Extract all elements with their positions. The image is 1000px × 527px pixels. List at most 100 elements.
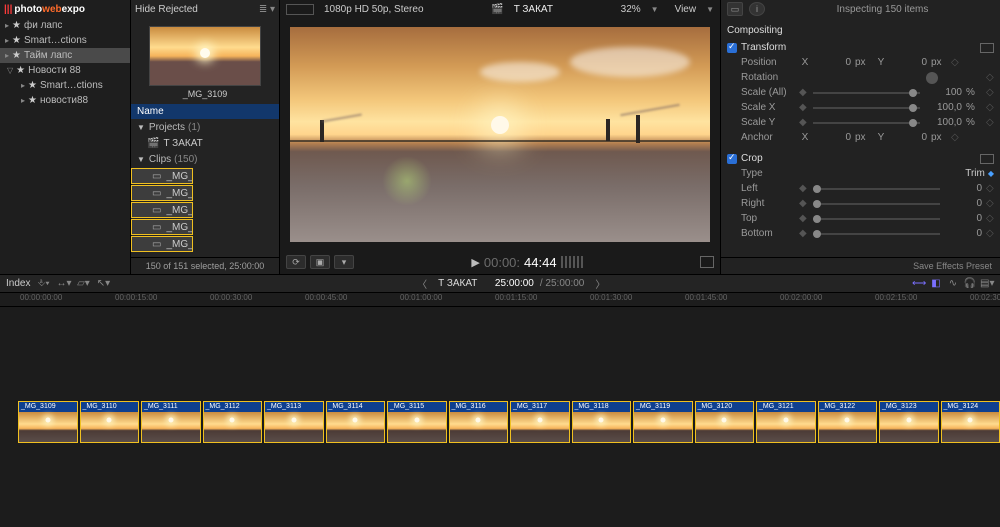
keyframe-icon[interactable]: ◇ <box>986 72 994 83</box>
audio-skim-button[interactable]: ∿ <box>946 278 960 289</box>
solo-button[interactable]: 🎧 <box>963 278 977 289</box>
sidebar-item[interactable]: ▸★Smart…ctions <box>0 78 130 93</box>
browser-clip-row[interactable]: ▭_MG_3111 <box>131 202 193 218</box>
timeline-clip[interactable]: _MG_3121 <box>756 401 816 443</box>
keyframe-icon[interactable]: ◆ <box>799 102 807 113</box>
inspector-param-row[interactable]: AnchorX0pxY0px◇ <box>727 130 994 145</box>
inspector-info-tab[interactable]: i <box>749 2 765 16</box>
inspector-param-row[interactable]: Bottom◆0◇ <box>727 226 994 241</box>
param-slider[interactable] <box>813 107 920 109</box>
param-y-value[interactable]: 0 <box>891 57 927 68</box>
filter-icon[interactable]: ≣ ▾ <box>259 4 275 15</box>
chevron-updown-icon[interactable]: ◆ <box>988 169 994 178</box>
inspector-video-tab[interactable]: ▭ <box>727 2 743 16</box>
timeline-clip[interactable]: _MG_3114 <box>326 401 386 443</box>
loop-button[interactable]: ⟳ <box>286 255 306 269</box>
keyframe-icon[interactable]: ◆ <box>799 183 807 194</box>
inspector-param-row[interactable]: Top◆0◇ <box>727 211 994 226</box>
inspector-param-row[interactable]: Scale X◆100,0%◇ <box>727 100 994 115</box>
timeline-fwd-button[interactable]: 〉 <box>590 276 610 291</box>
inspector-param-row[interactable]: Scale (All)◆100%◇ <box>727 85 994 100</box>
param-x-value[interactable]: 0 <box>815 57 851 68</box>
timeline-area[interactable]: _MG_3109_MG_3110_MG_3111_MG_3112_MG_3113… <box>0 307 1000 527</box>
param-value[interactable]: 0 <box>946 228 982 239</box>
viewer-view-menu[interactable]: View <box>675 4 697 15</box>
timeline-clip[interactable]: _MG_3109 <box>18 401 78 443</box>
browser-clip-row[interactable]: ▭_MG_3112 <box>131 219 193 235</box>
param-slider[interactable] <box>813 218 940 220</box>
timeline-clip[interactable]: _MG_3119 <box>633 401 693 443</box>
timeline-clip[interactable]: _MG_3112 <box>203 401 263 443</box>
snap-button[interactable]: ⟷ <box>912 278 926 289</box>
timeline-clip[interactable]: _MG_3122 <box>818 401 878 443</box>
inspector-param-row[interactable]: Left◆0◇ <box>727 181 994 196</box>
sidebar-item[interactable]: ▸★Тайм лапс <box>0 48 130 63</box>
param-value[interactable]: 100 <box>926 87 962 98</box>
param-value[interactable]: 100,0 <box>926 102 962 113</box>
browser-clip-row[interactable]: ▭_MG_3113 <box>131 236 193 252</box>
disclosure-triangle-icon[interactable]: ▼ <box>137 123 145 132</box>
crop-type-value[interactable]: Trim <box>965 168 985 179</box>
tool-arrow-icon[interactable]: ↖▾ <box>96 278 110 289</box>
crop-row[interactable]: Crop <box>727 151 994 166</box>
inspector-param-row[interactable]: PositionX0pxY0px◇ <box>727 55 994 70</box>
checkbox-on-icon[interactable] <box>727 154 737 164</box>
rotation-dial-icon[interactable] <box>926 72 938 84</box>
keyframe-icon[interactable]: ◇ <box>986 102 994 113</box>
timeline-settings-icon[interactable]: ▤▾ <box>980 278 994 289</box>
browser-column-header[interactable]: Name <box>131 104 279 119</box>
timeline-clip[interactable]: _MG_3118 <box>572 401 632 443</box>
sidebar-item[interactable]: ▸★Smart…ctions <box>0 33 130 48</box>
viewer-zoom[interactable]: 32% <box>621 4 641 15</box>
timeline-back-button[interactable]: 〈 <box>412 276 432 291</box>
param-slider[interactable] <box>813 92 920 94</box>
inspector-param-row[interactable]: Rotation◇ <box>727 70 994 85</box>
disclosure-triangle-icon[interactable]: ▽ <box>7 66 13 75</box>
param-value[interactable]: 0 <box>946 198 982 209</box>
param-value[interactable]: 0 <box>946 213 982 224</box>
timeline-clip[interactable]: _MG_3113 <box>264 401 324 443</box>
play-icon[interactable]: ▶ <box>471 256 479 269</box>
checkbox-on-icon[interactable] <box>727 43 737 53</box>
keyframe-icon[interactable]: ◆ <box>799 87 807 98</box>
param-y-value[interactable]: 0 <box>891 132 927 143</box>
tool-dropdown[interactable]: ▾ <box>334 255 354 269</box>
keyframe-icon[interactable]: ◇ <box>986 183 994 194</box>
fullscreen-button[interactable] <box>700 256 714 268</box>
timeline-clip[interactable]: _MG_3116 <box>449 401 509 443</box>
crop-reset-icon[interactable] <box>980 154 994 164</box>
aspect-icon[interactable] <box>286 4 314 15</box>
tool-select-icon[interactable]: ▱▾ <box>76 278 90 289</box>
viewer-canvas[interactable] <box>290 27 710 242</box>
keyframe-icon[interactable]: ◇ <box>986 213 994 224</box>
browser-thumb[interactable] <box>131 18 279 86</box>
viewer-timecode[interactable]: ▶ 00:00:44:44 <box>471 255 582 270</box>
save-effects-preset[interactable]: Save Effects Preset <box>721 257 1000 274</box>
keyframe-icon[interactable]: ◇ <box>951 132 959 143</box>
tool-button[interactable]: ▣ <box>310 255 330 269</box>
keyframe-icon[interactable]: ◇ <box>986 198 994 209</box>
library-tree[interactable]: ▸★фи лапс▸★Smart…ctions▸★Тайм лапс▽★Ново… <box>0 18 130 274</box>
timeline-clip[interactable]: _MG_3115 <box>387 401 447 443</box>
project-item[interactable]: 🎬 T ЗАКАТ <box>131 135 279 151</box>
tool-trim-icon[interactable]: ⎀▾ <box>36 278 50 289</box>
keyframe-icon[interactable]: ◇ <box>986 117 994 128</box>
param-slider[interactable] <box>813 122 920 124</box>
timeline-clip[interactable]: _MG_3123 <box>879 401 939 443</box>
inspector-param-row[interactable]: Scale Y◆100,0%◇ <box>727 115 994 130</box>
keyframe-icon[interactable]: ◆ <box>799 117 807 128</box>
keyframe-icon[interactable]: ◇ <box>951 57 959 68</box>
crop-type-row[interactable]: Type Trim◆ <box>727 166 994 181</box>
timeline-clip[interactable]: _MG_3110 <box>80 401 140 443</box>
sidebar-item[interactable]: ▸★фи лапс <box>0 18 130 33</box>
transform-row[interactable]: Transform <box>727 40 994 55</box>
keyframe-icon[interactable]: ◆ <box>799 228 807 239</box>
browser-clip-row[interactable]: ▭_MG_3110 <box>131 185 193 201</box>
chevron-down-icon[interactable]: ▼ <box>706 5 714 14</box>
sidebar-item[interactable]: ▽★Новости 88 <box>0 63 130 78</box>
param-value[interactable]: 0 <box>946 183 982 194</box>
timeline-index-button[interactable]: Index <box>6 278 30 289</box>
clips-group[interactable]: ▼ Clips (150) <box>131 151 279 167</box>
chevron-down-icon[interactable]: ▼ <box>651 5 659 14</box>
timeline-ruler[interactable]: 00:00:00:0000:00:15:0000:00:30:0000:00:4… <box>0 293 1000 307</box>
